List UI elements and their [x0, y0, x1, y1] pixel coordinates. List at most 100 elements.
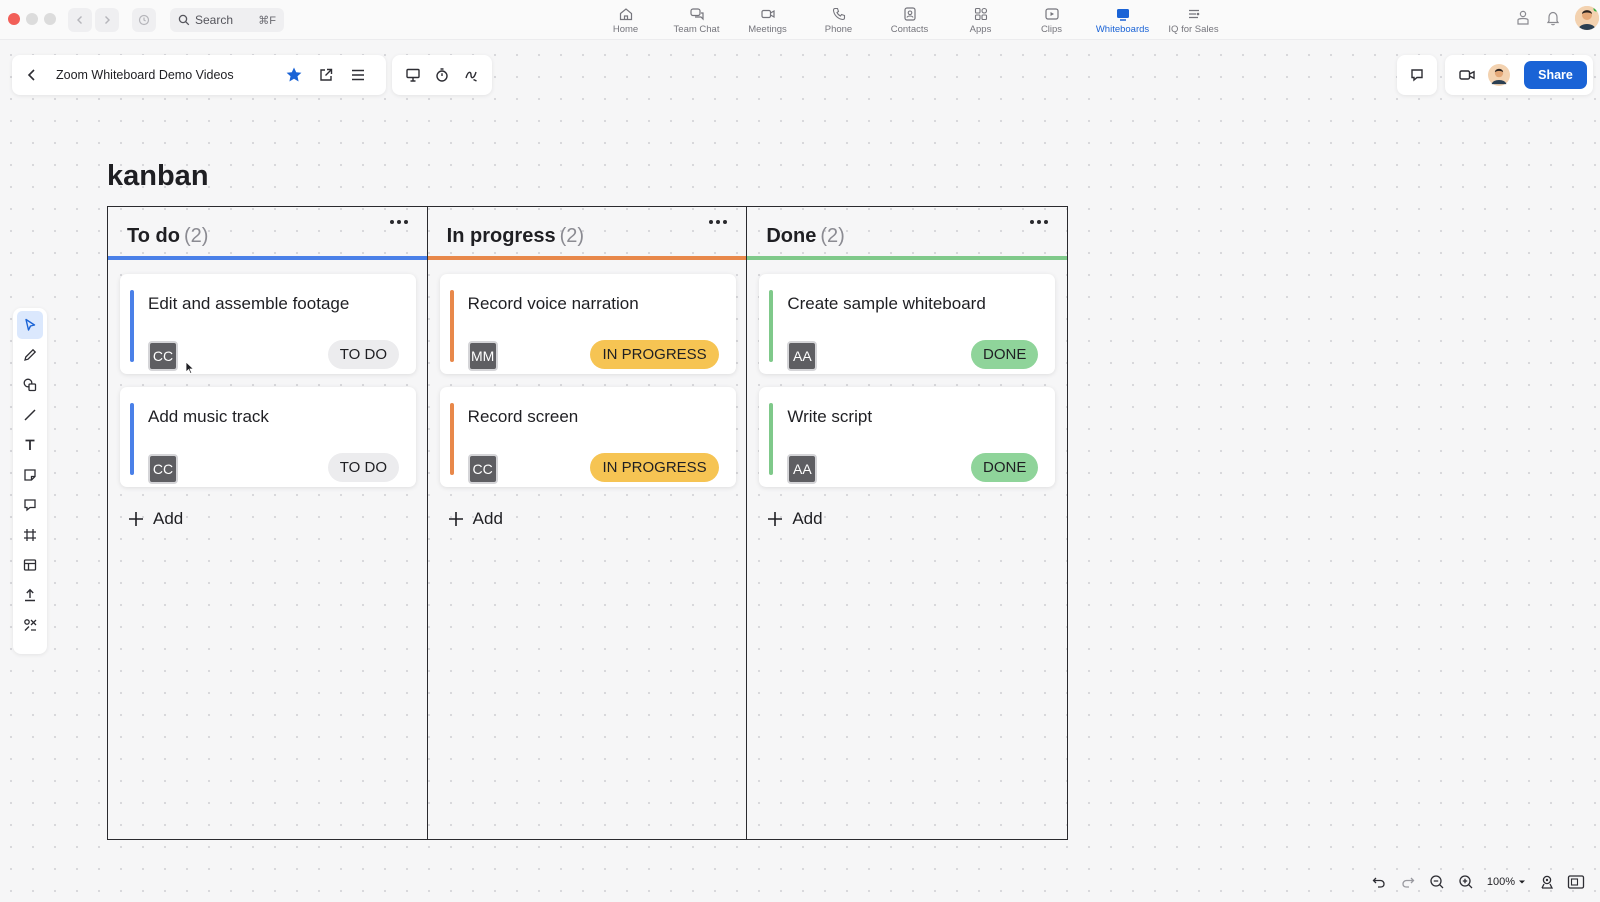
zoom-in-button[interactable] — [1452, 874, 1481, 890]
assignee-avatar[interactable]: AA — [787, 341, 818, 371]
account-switch-button[interactable] — [1515, 9, 1531, 27]
column-more-options-button[interactable] — [708, 219, 728, 225]
whiteboard-icon — [1116, 9, 1129, 21]
assignee-avatar[interactable]: CC — [467, 454, 498, 484]
comments-button[interactable] — [1401, 67, 1433, 83]
document-title[interactable]: Zoom Whiteboard Demo Videos — [56, 68, 278, 82]
star-button[interactable] — [278, 66, 310, 84]
card-title[interactable]: Add music track — [148, 407, 269, 427]
column-title[interactable]: Done (2) — [766, 225, 844, 248]
comment-tool-button[interactable] — [17, 491, 43, 519]
line-tool-button[interactable] — [17, 401, 43, 429]
card-title[interactable]: Write script — [787, 407, 872, 427]
comment-icon — [1411, 69, 1423, 82]
share-button[interactable]: Share — [1524, 61, 1587, 89]
column-title[interactable]: In progress (2) — [447, 225, 584, 248]
template-icon — [23, 559, 37, 571]
add-card-button[interactable]: Add — [447, 509, 503, 529]
card-title[interactable]: Record screen — [468, 407, 579, 427]
card-title[interactable]: Create sample whiteboard — [787, 294, 985, 314]
column-header: Done (2) — [747, 207, 1068, 260]
nav-contacts[interactable]: Contacts — [874, 4, 945, 36]
frame-tool-button[interactable] — [17, 521, 43, 549]
tools-icon — [24, 619, 37, 631]
add-card-button[interactable]: Add — [766, 509, 823, 529]
close-window-button[interactable] — [8, 13, 20, 25]
card-title[interactable]: Edit and assemble footage — [148, 294, 349, 314]
kanban-card[interactable]: Record voice narration MM IN PROGRESS — [439, 274, 736, 374]
column-more-options-button[interactable] — [1029, 219, 1049, 225]
redo-button[interactable] — [1394, 875, 1423, 889]
card-accent-bar — [449, 290, 454, 362]
search-input[interactable]: Search ⌘F — [170, 8, 284, 32]
status-badge[interactable]: IN PROGRESS — [590, 453, 719, 482]
laser-pointer-button[interactable] — [457, 67, 486, 83]
zoom-level-select[interactable]: 100% — [1487, 876, 1526, 888]
assignee-avatar[interactable]: CC — [148, 454, 178, 484]
external-link-icon — [320, 68, 333, 81]
app-navigation: Home Team Chat Meetings Phone Contacts A… — [590, 4, 1229, 36]
profile-avatar[interactable] — [1575, 6, 1599, 30]
kanban-card[interactable]: Record screen CC IN PROGRESS — [439, 387, 736, 487]
nav-phone[interactable]: Phone — [803, 4, 874, 36]
status-badge[interactable]: TO DO — [327, 453, 399, 482]
kanban-card[interactable]: Edit and assemble footage CC TO DO — [120, 274, 416, 374]
forward-nav-button[interactable] — [95, 8, 119, 32]
nav-clips[interactable]: Clips — [1016, 4, 1087, 36]
app-top-bar: Search ⌘F Home Team Chat Meetings Phone … — [0, 0, 1600, 40]
timer-button[interactable] — [427, 67, 456, 83]
status-badge[interactable]: DONE — [971, 340, 1039, 369]
notifications-button[interactable] — [1545, 9, 1561, 27]
upload-tool-button[interactable] — [17, 581, 43, 609]
undo-button[interactable] — [1365, 875, 1394, 889]
start-meeting-button[interactable] — [1451, 67, 1483, 83]
board-title[interactable]: kanban — [107, 160, 209, 193]
nav-whiteboards-label: Whiteboards — [1095, 24, 1150, 35]
column-title[interactable]: To do (2) — [127, 225, 208, 248]
collaborator-avatar[interactable] — [1483, 64, 1515, 86]
chat-icon — [689, 8, 704, 21]
assignee-avatar[interactable]: MM — [467, 341, 498, 371]
nav-whiteboards[interactable]: Whiteboards — [1087, 4, 1158, 36]
nav-apps[interactable]: Apps — [945, 4, 1016, 36]
more-horizontal-icon — [389, 220, 408, 224]
back-nav-button[interactable] — [68, 8, 92, 32]
zoom-out-button[interactable] — [1423, 874, 1452, 890]
card-accent-bar — [130, 290, 134, 362]
minimap-button[interactable] — [1561, 874, 1590, 890]
templates-tool-button[interactable] — [17, 551, 43, 579]
kanban-card[interactable]: Write script AA DONE — [759, 387, 1056, 487]
sticky-note-tool-button[interactable] — [17, 461, 43, 489]
pen-tool-button[interactable] — [17, 341, 43, 369]
locate-button[interactable] — [1532, 874, 1561, 890]
menu-button[interactable] — [342, 67, 374, 83]
open-external-button[interactable] — [310, 67, 342, 83]
map-pin-icon — [1540, 875, 1553, 889]
shapes-tool-button[interactable] — [17, 371, 43, 399]
frame-icon — [24, 529, 36, 541]
kanban-card[interactable]: Create sample whiteboard AA DONE — [759, 274, 1056, 374]
nav-team-chat[interactable]: Team Chat — [661, 4, 732, 36]
add-card-button[interactable]: Add — [127, 509, 183, 529]
zoom-window-button[interactable] — [44, 13, 56, 25]
status-badge[interactable]: IN PROGRESS — [590, 340, 719, 369]
chevron-left-icon — [77, 16, 82, 24]
nav-meetings[interactable]: Meetings — [732, 4, 803, 36]
minimize-window-button[interactable] — [26, 13, 38, 25]
status-badge[interactable]: DONE — [971, 453, 1039, 482]
nav-home[interactable]: Home — [590, 4, 661, 36]
kanban-card[interactable]: Add music track CC TO DO — [120, 387, 416, 487]
more-tools-button[interactable] — [17, 611, 43, 639]
text-tool-button[interactable] — [17, 431, 43, 459]
column-more-options-button[interactable] — [389, 219, 409, 225]
select-tool-button[interactable] — [17, 311, 43, 339]
status-badge[interactable]: TO DO — [327, 340, 399, 369]
history-button[interactable] — [132, 8, 156, 32]
column-header: In progress (2) — [427, 207, 747, 260]
nav-iq-for-sales[interactable]: IQ for Sales — [1158, 4, 1229, 36]
present-button[interactable] — [398, 67, 427, 83]
assignee-avatar[interactable]: AA — [787, 454, 818, 484]
card-title[interactable]: Record voice narration — [468, 294, 639, 314]
back-button[interactable] — [24, 68, 40, 82]
assignee-avatar[interactable]: CC — [148, 341, 178, 371]
